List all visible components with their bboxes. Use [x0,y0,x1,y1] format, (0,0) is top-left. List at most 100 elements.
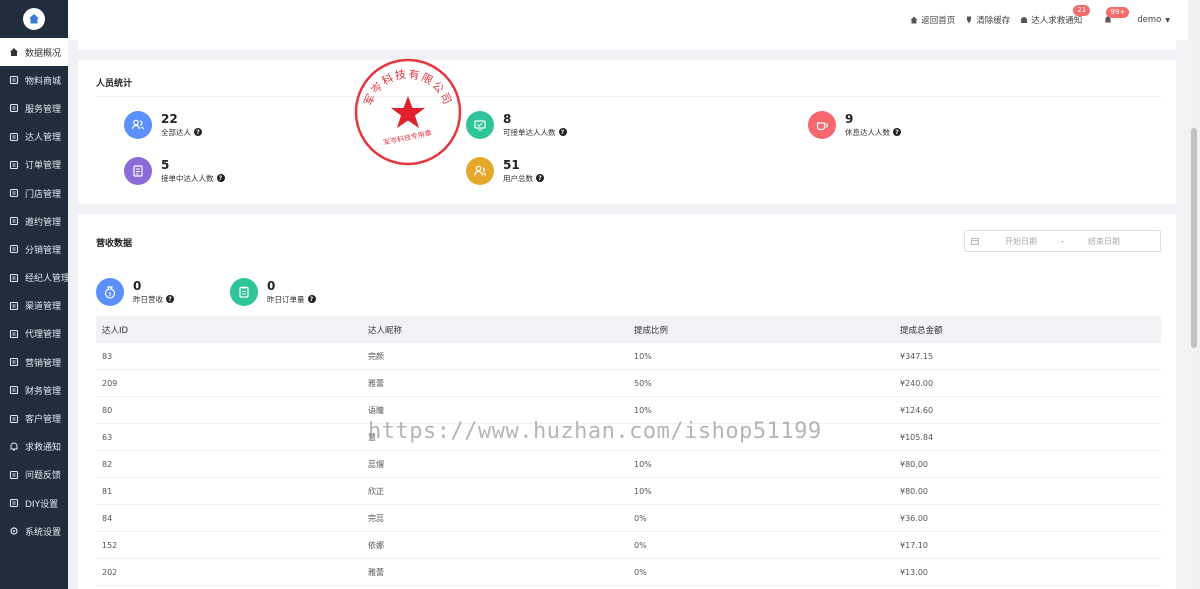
table-cell: 10% [634,405,652,415]
sidebar-item[interactable]: 求救通知 [0,433,68,461]
table-header: 达人ID 达人昵称 提成比例 提成总金额 [96,316,1161,343]
notification-badge: 99+ [1106,7,1130,18]
sidebar-item[interactable]: DIY设置 [0,489,68,517]
home-link[interactable]: 返回首页 [910,14,955,26]
bell-icon [9,442,19,452]
table-cell: 10% [634,486,652,496]
sidebar-item[interactable]: 经纪人管理 [0,264,71,292]
sidebar-item[interactable]: 达人管理 [0,123,68,151]
column-header[interactable]: 达人ID [96,324,364,336]
table-cell: 雅蕾 [368,378,384,388]
sidebar-item[interactable]: 营销管理 [0,348,68,376]
table-cell: 83 [102,351,113,361]
date-separator: - [1061,236,1064,246]
sos-notice-link[interactable]: 达人求救通知 21 [1020,5,1091,26]
stat-resting-experts: 9 休息达人人数? [808,111,901,139]
feedback-icon [9,470,19,480]
help-icon[interactable]: ? [166,295,174,303]
staff-stats-card: 人员统计 22 全部达人? 5 接单中达人人数? 8 可接单达人人数? 51 用… [78,60,1176,204]
sidebar-item[interactable]: 渠道管理 [0,292,68,320]
alert-icon [1021,17,1028,23]
user-menu[interactable]: demo ▼ [1137,15,1170,25]
table-cell: 完颜 [368,351,384,361]
stat-label: 休息达人人数 [845,127,890,137]
table-cell: ¥347.15 [900,351,934,361]
sidebar-item[interactable]: 问题反馈 [0,461,68,489]
table-row: 202 雅蕾 0% ¥13.00 [96,559,1161,586]
column-header[interactable]: 提成比例 [630,324,896,336]
help-icon[interactable]: ? [893,128,901,136]
revenue-card: 营收数据 开始日期 - 结束日期 $ 0 昨日营收? 0 昨日订单量? 达人ID… [78,214,1176,589]
page-scrollbar[interactable] [1188,0,1200,589]
help-icon[interactable]: ? [558,128,567,136]
scrollbar-thumb[interactable] [1191,128,1197,348]
order-icon [9,160,19,170]
svg-text:$: $ [108,292,111,298]
money-bag-icon: $ [96,278,124,306]
stat-label: 全部达人 [161,127,191,137]
proxy-icon [9,329,19,339]
column-header[interactable]: 提成总金额 [896,324,1161,336]
brush-icon [967,16,972,24]
sidebar-item[interactable]: 客户管理 [0,404,68,432]
table-row: 83 完颜 10% ¥347.15 [96,343,1161,370]
top-header: 返回首页 清除缓存 达人求救通知 21 99+ demo ▼ [68,0,1188,40]
table-row: 84 完蕊 0% ¥36.00 [96,505,1161,532]
clipboard-icon [230,278,258,306]
help-icon[interactable]: ? [216,174,225,182]
notification-button[interactable]: 99+ [1104,7,1130,24]
distribution-icon [9,244,19,254]
sidebar-item[interactable]: 门店管理 [0,179,68,207]
table-cell: 63 [102,432,113,442]
sidebar-item-label: 客户管理 [25,415,62,426]
table-cell: 82 [102,459,113,469]
table-body: 83 完颜 10% ¥347.15 209 雅蕾 50% ¥240.00 80 语瞳 10% ¥124… [96,343,1161,586]
table-cell: 84 [102,513,113,523]
table-cell: 202 [102,567,118,577]
sidebar-item[interactable]: 代理管理 [0,320,68,348]
store-icon [9,188,19,198]
sidebar-item[interactable]: 物料商城 [0,66,68,94]
sidebar-item[interactable]: 系统设置 [0,517,68,545]
stat-value: 0 [133,278,142,293]
user-group-icon [466,157,494,185]
home-icon [9,47,19,57]
help-icon[interactable]: ? [307,295,316,303]
sidebar-item[interactable]: 邀约管理 [0,207,68,235]
table-cell: 0% [634,540,647,550]
sidebar-item-label: 求救通知 [25,443,62,454]
date-range-picker[interactable]: 开始日期 - 结束日期 [964,230,1161,252]
table-cell: 欣正 [368,486,384,496]
sidebar-item-label: 订单管理 [25,161,62,172]
logo[interactable] [0,0,68,38]
table-cell: ¥105.84 [900,432,934,442]
sidebar-item-label: DIY设置 [25,499,59,510]
end-date-input[interactable]: 结束日期 [1088,236,1120,247]
help-icon[interactable]: ? [194,128,202,136]
sidebar-item-label: 邀约管理 [25,217,62,228]
clear-cache-button[interactable]: 清除缓存 [965,14,1010,26]
sidebar-nav: 数据概况 物料商城 服务管理 达人管理订单管理门店管理邀约管理分销管理经纪人管理渠道管… [0,38,71,545]
column-header[interactable]: 达人昵称 [364,324,630,336]
table-cell: ¥80.00 [900,459,928,469]
table-cell: 雅蕾 [368,567,384,577]
table-cell: 50% [634,378,652,388]
table-row: 152 依娜 0% ¥17.10 [96,532,1161,559]
start-date-input[interactable]: 开始日期 [1005,236,1037,247]
sidebar-item[interactable]: 分销管理 [0,235,68,263]
sidebar-item[interactable]: 数据概况 [0,38,68,67]
agent-icon [9,273,19,283]
sidebar-item-label: 经纪人管理 [25,274,71,285]
stat-value: 51 [503,157,520,172]
sidebar-item[interactable]: 服务管理 [0,94,68,122]
sidebar-item[interactable]: 订单管理 [0,151,68,179]
table-cell: ¥240.00 [900,378,934,388]
table-cell: 80 [102,405,113,415]
help-icon[interactable]: ? [536,174,544,182]
home-logo-icon [23,8,45,30]
sos-notice-label: 达人求救通知 [1031,16,1083,26]
sidebar-item[interactable]: 财务管理 [0,376,68,404]
stat-label: 昨日营收 [133,294,163,304]
table-row: 209 雅蕾 50% ¥240.00 [96,370,1161,397]
sidebar-item-label: 问题反馈 [25,471,62,482]
